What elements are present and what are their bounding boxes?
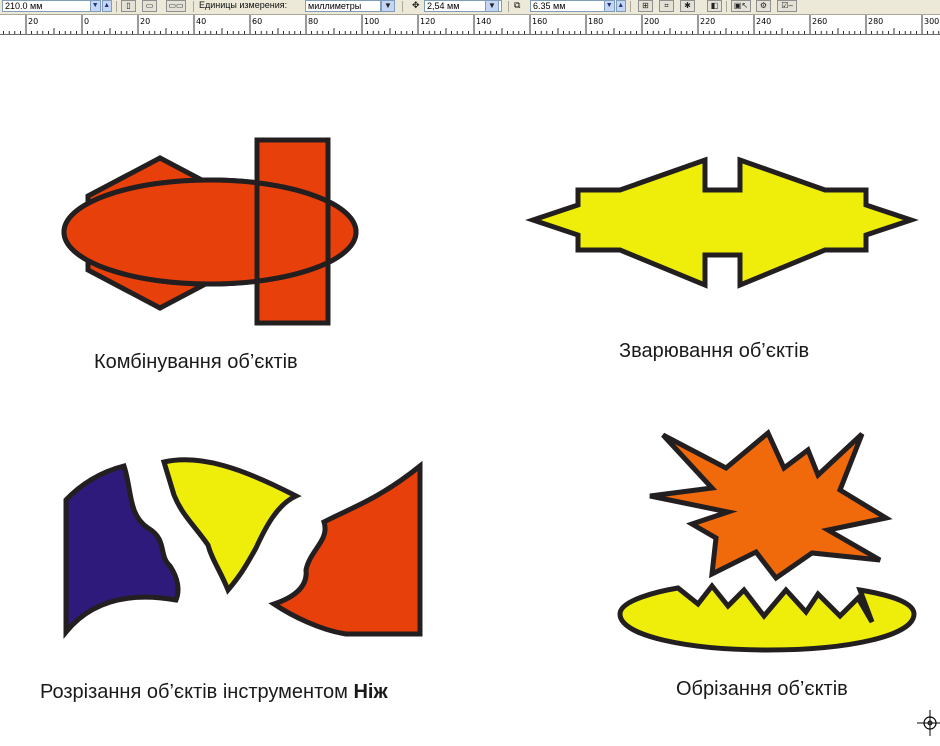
caption-cut-text: Розрізання об’єктів інструментом: [40, 681, 354, 703]
toolbar-separator: [116, 1, 117, 12]
ruler-label: 100: [364, 17, 379, 26]
ruler-label: 240: [756, 17, 771, 26]
ruler-label: 20: [140, 17, 150, 26]
options-button[interactable]: ⚙: [756, 0, 771, 12]
ruler-label: 80: [308, 17, 318, 26]
welded-shape[interactable]: [525, 156, 919, 289]
nudge-icon: ✥: [412, 0, 420, 10]
duplicate-offset-icon: ⧉: [514, 0, 521, 10]
ruler-label: 180: [588, 17, 603, 26]
ruler-label: 200: [644, 17, 659, 26]
chevron-down-icon[interactable]: ▼: [485, 0, 499, 12]
toolbar-separator: [402, 1, 403, 12]
ruler-scale: 20 0 20 40 60 80 100 120 140 160 180 200 220 240 260 28…: [3, 15, 939, 34]
chevron-down-icon[interactable]: ▼: [604, 0, 615, 12]
snap-objects-button[interactable]: ✱: [680, 0, 695, 12]
ruler-label: 120: [420, 17, 435, 26]
caption-weld: Зварювання об’єктів: [619, 340, 810, 362]
cut-piece-purple[interactable]: [63, 463, 181, 640]
snap-grid-button[interactable]: ⊞: [638, 0, 653, 12]
dynamic-guides-button[interactable]: ◧: [707, 0, 722, 12]
portrait-button[interactable]: ▯: [121, 0, 136, 12]
treat-as-filled-button[interactable]: ▣↖: [731, 0, 751, 12]
drawing-shapes: [61, 137, 919, 653]
ruler-label: 60: [252, 17, 262, 26]
crosshair-icon[interactable]: [917, 710, 940, 736]
drawing-canvas[interactable]: Комбінування об’єктів Зварювання об’єкті…: [0, 35, 940, 746]
property-bar: 210.0 мм ▼ ▲ ▯ ▭ ▭▭ Единицы измерения: ми…: [0, 0, 940, 15]
duplicate-field[interactable]: 6.35 мм: [530, 0, 612, 12]
snap-guides-button[interactable]: ⌗: [659, 0, 674, 12]
caption-cut-tool: Ніж: [353, 681, 388, 703]
landscape-button[interactable]: ▭: [142, 0, 157, 12]
toolbar-separator: [726, 1, 727, 12]
ruler-label: 140: [476, 17, 491, 26]
caption-cut: Розрізання об’єктів інструментом Ніж: [40, 681, 388, 703]
page-width-field[interactable]: 210.0 мм: [2, 0, 98, 12]
ruler-label: 20: [28, 17, 38, 26]
ruler-label: 0: [84, 17, 89, 26]
ruler-label: 40: [196, 17, 206, 26]
units-label: Единицы измерения:: [199, 0, 288, 10]
coreldraw-workspace: 210.0 мм ▼ ▲ ▯ ▭ ▭▭ Единицы измерения: ми…: [0, 0, 940, 746]
combine-group[interactable]: [61, 137, 359, 326]
units-select[interactable]: миллиметры: [305, 0, 381, 12]
chevron-up-icon[interactable]: ▲: [101, 0, 112, 12]
trimmed-star[interactable]: [649, 428, 893, 582]
cut-piece-yellow[interactable]: [160, 457, 302, 595]
duplicate-spinner[interactable]: ▼ ▲: [604, 0, 626, 12]
chevron-down-icon[interactable]: ▼: [381, 0, 395, 12]
toolbar-separator: [193, 1, 194, 12]
caption-combine: Комбінування об’єктів: [94, 351, 298, 373]
chevron-up-icon[interactable]: ▲: [615, 0, 626, 12]
ruler-label: 300: [924, 17, 939, 26]
ruler-label: 260: [812, 17, 827, 26]
caption-trim: Обрізання об’єктів: [676, 678, 848, 700]
ruler-label: 220: [700, 17, 715, 26]
horizontal-ruler[interactable]: 20 0 20 40 60 80 100 120 140 160 180 200 220 240 260 28…: [0, 15, 940, 35]
ruler-label: 160: [532, 17, 547, 26]
cut-piece-orange[interactable]: [268, 460, 423, 637]
toolbar-separator: [508, 1, 509, 12]
trimmed-ellipse[interactable]: [617, 581, 917, 653]
toolbar-separator: [630, 1, 631, 12]
more-options-button[interactable]: ☑–: [777, 0, 797, 12]
page-layout-button[interactable]: ▭▭: [166, 0, 186, 12]
chevron-down-icon[interactable]: ▼: [90, 0, 101, 12]
page-width-spinner[interactable]: ▼ ▲: [90, 0, 112, 12]
ruler-label: 280: [868, 17, 883, 26]
